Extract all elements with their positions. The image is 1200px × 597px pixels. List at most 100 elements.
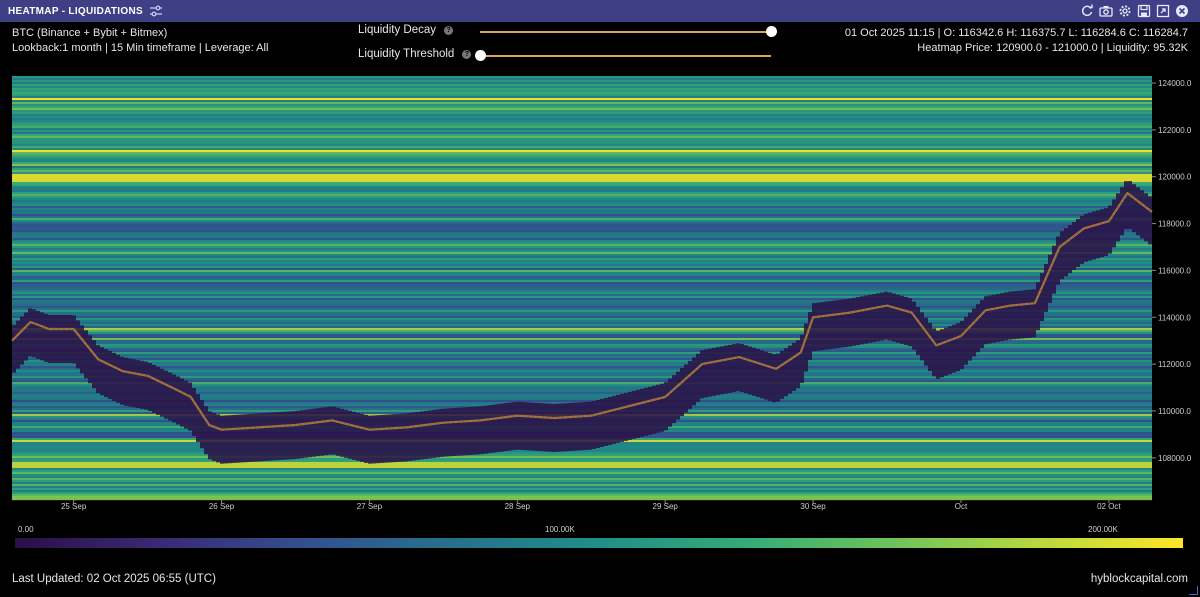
cleared-liquidity-cell — [112, 352, 116, 401]
sliders-settings-icon[interactable] — [149, 5, 163, 17]
cleared-liquidity-cell — [148, 363, 152, 412]
cleared-liquidity-cell — [828, 301, 832, 350]
heatmap-chart[interactable]: 124000.0 122000.0 120000.0 118000.0 116000.0… — [0, 70, 1200, 515]
heatmap-band — [12, 356, 1152, 359]
lookback-label: Lookback:1 month | 15 Min timeframe | Le… — [12, 42, 269, 54]
heatmap-band — [12, 262, 1152, 265]
heatmap-band — [12, 138, 1152, 141]
expand-icon[interactable] — [1155, 3, 1171, 19]
heatmap-band — [12, 452, 1152, 455]
cleared-liquidity-cell — [980, 300, 984, 349]
heatmap-band — [12, 200, 1152, 203]
heatmap-band — [12, 166, 1152, 169]
cleared-liquidity-cell — [184, 380, 188, 429]
cleared-liquidity-cell — [336, 407, 340, 456]
cleared-liquidity-cell — [1128, 181, 1132, 230]
cleared-liquidity-cell — [644, 387, 648, 436]
liquidity-decay-slider[interactable] — [480, 31, 771, 33]
cleared-liquidity-cell — [584, 402, 588, 451]
liquidity-threshold-handle[interactable] — [475, 50, 486, 61]
cleared-liquidity-cell — [836, 300, 840, 349]
cleared-liquidity-cell — [608, 396, 612, 445]
cleared-liquidity-cell — [908, 298, 912, 347]
heatmap-band — [12, 186, 1152, 189]
heatmap-band — [12, 474, 1152, 477]
y-tick-label: 116000.0 — [1158, 266, 1191, 275]
close-icon[interactable] — [1174, 3, 1190, 19]
heatmap-band — [12, 292, 1152, 295]
heatmap-band — [12, 182, 1152, 185]
cleared-liquidity-cell — [880, 292, 884, 341]
y-tick-label: 118000.0 — [1158, 220, 1191, 229]
heatmap-band — [12, 154, 1152, 157]
cleared-liquidity-cell — [140, 360, 144, 409]
heatmap-band — [12, 216, 1152, 219]
cleared-liquidity-cell — [1136, 187, 1140, 236]
cleared-liquidity-cell — [256, 413, 260, 462]
liquidity-decay-handle[interactable] — [766, 26, 777, 37]
heatmap-band — [12, 198, 1152, 201]
cleared-liquidity-cell — [436, 409, 440, 458]
cleared-liquidity-cell — [428, 410, 432, 459]
cleared-liquidity-cell — [944, 327, 948, 376]
cleared-liquidity-cell — [872, 294, 876, 343]
heatmap-band — [12, 146, 1152, 149]
cleared-liquidity-cell — [1072, 222, 1076, 271]
cleared-liquidity-cell — [884, 291, 888, 340]
cleared-liquidity-cell — [308, 409, 312, 458]
cleared-liquidity-cell — [892, 293, 896, 342]
cleared-liquidity-cell — [288, 411, 292, 460]
cleared-liquidity-cell — [640, 388, 644, 437]
liquidity-threshold-slider[interactable] — [480, 55, 771, 57]
cleared-liquidity-cell — [480, 406, 484, 455]
cleared-liquidity-cell — [568, 403, 572, 452]
heatmap-band — [12, 134, 1152, 137]
camera-icon[interactable] — [1098, 3, 1114, 19]
cleared-liquidity-cell — [44, 313, 48, 362]
cleared-liquidity-cell — [364, 414, 368, 463]
heatmap-band — [12, 464, 1152, 467]
heatmap-band — [12, 196, 1152, 199]
heatmap-band — [12, 374, 1152, 377]
liquidity-decay-row: Liquidity Decay ? — [358, 24, 453, 36]
cleared-liquidity-cell — [204, 406, 208, 455]
cleared-liquidity-cell — [960, 320, 964, 369]
help-icon[interactable]: ? — [443, 25, 453, 35]
resize-handle[interactable] — [1189, 586, 1198, 595]
cleared-liquidity-cell — [580, 402, 584, 451]
gear-icon[interactable] — [1117, 3, 1133, 19]
save-icon[interactable] — [1136, 3, 1152, 19]
cleared-liquidity-cell — [964, 316, 968, 365]
cleared-liquidity-cell — [684, 364, 688, 413]
cleared-liquidity-cell — [764, 351, 768, 400]
ohlc-info: 01 Oct 2025 11:15 | O: 116342.6 H: 11637… — [845, 26, 1188, 56]
heatmap-band — [12, 460, 1152, 463]
cleared-liquidity-cell — [240, 414, 244, 463]
refresh-icon[interactable] — [1079, 3, 1095, 19]
heatmap-band — [12, 282, 1152, 285]
cleared-liquidity-cell — [888, 292, 892, 341]
help-icon[interactable]: ? — [462, 49, 472, 59]
heatmap-band — [12, 450, 1152, 453]
heatmap-band — [12, 206, 1152, 209]
heatmap-band — [12, 252, 1152, 255]
cleared-liquidity-cell — [88, 335, 92, 384]
cleared-liquidity-cell — [284, 411, 288, 460]
heatmap-band — [12, 266, 1152, 269]
heatmap-band — [12, 106, 1152, 109]
heatmap-band — [12, 232, 1152, 235]
cleared-liquidity-cell — [1084, 213, 1088, 262]
cleared-liquidity-cell — [124, 357, 128, 406]
heatmap-band — [12, 486, 1152, 489]
cleared-liquidity-cell — [556, 403, 560, 452]
cleared-liquidity-cell — [756, 349, 760, 398]
cleared-liquidity-cell — [36, 310, 40, 359]
heatmap-band — [12, 234, 1152, 237]
cleared-liquidity-cell — [372, 415, 376, 464]
cleared-liquidity-cell — [992, 294, 996, 343]
cleared-liquidity-cell — [76, 320, 80, 369]
cleared-liquidity-cell — [1052, 245, 1056, 294]
cleared-liquidity-cell — [1012, 291, 1016, 340]
cleared-liquidity-cell — [552, 403, 556, 452]
heatmap-band — [12, 96, 1152, 99]
